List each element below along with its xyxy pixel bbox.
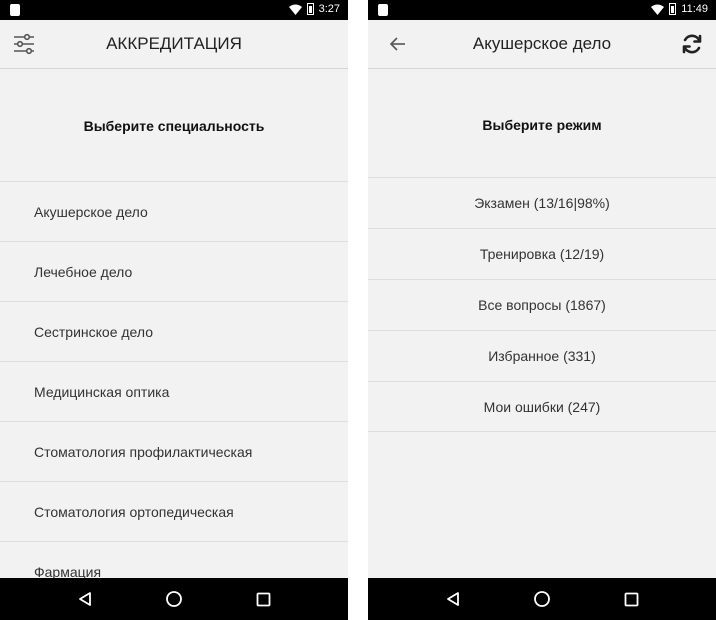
list-item-1[interactable]: Тренировка (12/19) [368,228,716,279]
notification-icon [10,4,20,16]
refresh-icon[interactable] [678,30,706,58]
list-item-0[interactable]: Экзамен (13/16|98%) [368,177,716,228]
circle-home-icon[interactable] [162,587,186,611]
mode-list: Экзамен (13/16|98%) Тренировка (12/19) В… [368,177,716,432]
app-bar: АККРЕДИТАЦИЯ [0,20,348,69]
nav-bar [0,578,348,620]
list-item-1[interactable]: Лечебное дело [0,241,348,301]
nav-bar [368,578,716,620]
battery-icon [306,3,314,15]
triangle-back-icon[interactable] [73,587,97,611]
status-time: 11:49 [681,3,708,15]
list-item-4[interactable]: Мои ошибки (247) [368,381,716,432]
status-time: 3:27 [318,3,340,15]
right-screen: 11:49 Акушерское дело Выберите режим Экз… [368,0,716,620]
list-item-5[interactable]: Стоматология ортопедическая [0,481,348,541]
left-screen: 3:27 АККРЕДИТАЦИЯ Выберите специальность… [0,0,348,620]
list-item-2[interactable]: Сестринское дело [0,301,348,361]
notification-icon [378,4,388,16]
circle-home-icon[interactable] [530,587,554,611]
list-item-0[interactable]: Акушерское дело [0,181,348,241]
status-bar: 11:49 [368,0,716,20]
list-item-3[interactable]: Медицинская оптика [0,361,348,421]
wifi-icon [288,4,302,15]
square-recents-icon[interactable] [619,587,643,611]
page-title: АККРЕДИТАЦИЯ [106,34,242,53]
battery-icon [669,3,677,15]
section-header: Выберите режим [482,117,602,133]
triangle-back-icon[interactable] [441,587,465,611]
section-header: Выберите специальность [83,118,265,134]
app-bar: Акушерское дело [368,20,716,69]
specialty-list: Акушерское дело Лечебное дело Сестринско… [0,181,348,601]
status-bar: 3:27 [0,0,348,20]
wifi-icon [651,4,665,15]
list-item-2[interactable]: Все вопросы (1867) [368,279,716,330]
list-item-4[interactable]: Стоматология профилактическая [0,421,348,481]
square-recents-icon[interactable] [251,587,275,611]
page-title: Акушерское дело [472,34,612,53]
list-item-3[interactable]: Избранное (331) [368,330,716,381]
